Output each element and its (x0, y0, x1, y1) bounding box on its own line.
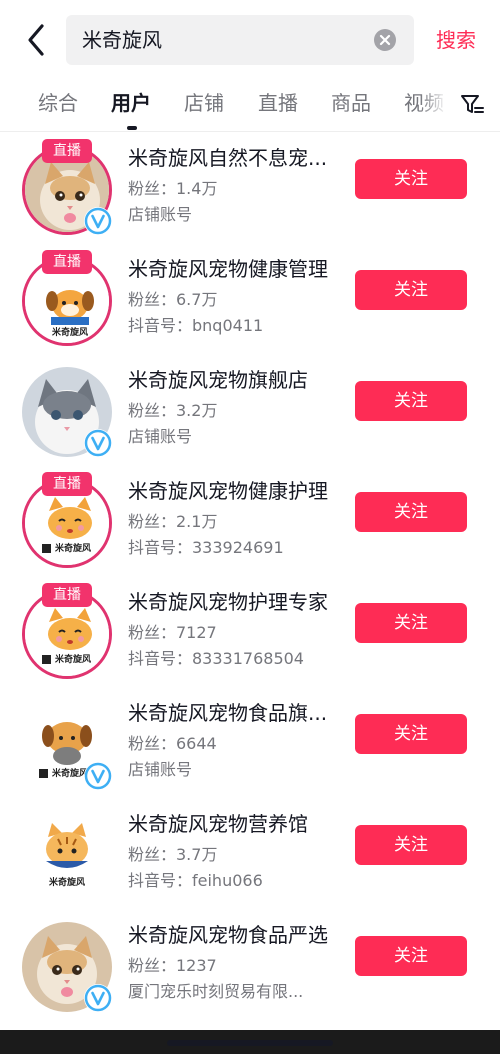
account-info: 厦门宠乐时刻贸易有限... (128, 982, 304, 1001)
search-input[interactable] (82, 15, 372, 65)
filter-icon[interactable] (458, 90, 486, 118)
follow-button[interactable]: 关注 (355, 714, 467, 754)
search-button[interactable]: 搜索 (436, 26, 476, 54)
home-indicator (167, 1040, 333, 1046)
user-row[interactable]: 米奇旋风 直播 米奇旋风宠物护理专家粉丝：7127 抖音号：83331768504 关注 (0, 583, 500, 696)
verified-icon (84, 207, 112, 235)
follow-button[interactable]: 关注 (355, 825, 467, 865)
back-arrow-icon[interactable] (22, 22, 52, 58)
svg-text:米奇旋风: 米奇旋风 (54, 653, 91, 665)
verified-icon (84, 762, 112, 790)
fan-count: 粉丝：3.2万 (128, 401, 218, 420)
fan-count: 粉丝：6644 (128, 734, 217, 753)
user-name[interactable]: 米奇旋风宠物食品严选 (128, 920, 338, 950)
tab-products[interactable]: 商品 (331, 89, 371, 117)
user-row[interactable]: 米奇旋风 米奇旋风宠物食品旗... 粉丝：6644 店铺账号 关注 (0, 696, 500, 807)
user-name[interactable]: 米奇旋风宠物旗舰店 (128, 365, 338, 395)
svg-text:米奇旋风: 米奇旋风 (54, 542, 91, 554)
live-badge: 直播 (42, 583, 92, 607)
account-info: 抖音号：feihu066 (128, 871, 263, 890)
tab-fade (420, 80, 454, 130)
user-name[interactable]: 米奇旋风宠物营养馆 (128, 809, 338, 839)
svg-text:米奇旋风: 米奇旋风 (51, 767, 88, 779)
follow-button[interactable]: 关注 (355, 603, 467, 643)
svg-text:米奇旋风: 米奇旋风 (48, 876, 85, 888)
follow-button[interactable]: 关注 (355, 936, 467, 976)
fan-count: 粉丝：1.4万 (128, 179, 218, 198)
search-box[interactable] (66, 15, 414, 65)
live-badge: 直播 (42, 139, 92, 163)
clear-icon[interactable] (374, 29, 396, 51)
category-tabs: 综合 用户 店铺 直播 商品 视频 (0, 80, 500, 132)
account-info: 店铺账号 (128, 760, 193, 779)
avatar[interactable]: 米奇旋风 (22, 811, 112, 901)
follow-button[interactable]: 关注 (355, 159, 467, 199)
user-name[interactable]: 米奇旋风宠物健康护理 (128, 476, 338, 506)
account-info: 抖音号：bnq0411 (128, 316, 264, 335)
user-row[interactable]: 米奇旋风 米奇旋风宠物营养馆粉丝：3.7万抖音号：feihu066 关注 (0, 807, 500, 918)
user-name[interactable]: 米奇旋风宠物健康管理 (128, 254, 338, 284)
verified-icon (84, 429, 112, 457)
account-info: 店铺账号 (128, 205, 193, 224)
user-row[interactable]: 米奇旋风 直播 米奇旋风宠物健康护理粉丝：2.1万抖音号：333924691 关注 (0, 472, 500, 585)
fan-count: 粉丝：2.1万 (128, 512, 218, 531)
verified-icon (84, 984, 112, 1012)
follow-button[interactable]: 关注 (355, 270, 467, 310)
tab-users[interactable]: 用户 (111, 89, 151, 117)
svg-text:米奇旋风: 米奇旋风 (51, 326, 88, 338)
fan-count: 粉丝：7127 (128, 623, 217, 642)
search-header: 搜索 (0, 0, 500, 80)
live-badge: 直播 (42, 250, 92, 274)
user-row[interactable]: 米奇旋风 直播 米奇旋风宠物健康管理粉丝：6.7万抖音号：bnq0411 关注 (0, 250, 500, 363)
user-row[interactable]: 米奇旋风宠物食品严选粉丝：1237 厦门宠乐时刻贸易有限... 关注 (0, 918, 500, 1029)
tab-shops[interactable]: 店铺 (184, 89, 224, 117)
fan-count: 粉丝：6.7万 (128, 290, 218, 309)
user-name[interactable]: 米奇旋风宠物食品旗... (128, 698, 338, 728)
tab-all[interactable]: 综合 (38, 89, 78, 117)
user-name[interactable]: 米奇旋风自然不息宠... (128, 143, 338, 173)
user-row[interactable]: 米奇旋风宠物旗舰店粉丝：3.2万 店铺账号 关注 (0, 363, 500, 474)
follow-button[interactable]: 关注 (355, 381, 467, 421)
account-info: 店铺账号 (128, 427, 193, 446)
account-info: 抖音号：83331768504 (128, 649, 304, 668)
user-name[interactable]: 米奇旋风宠物护理专家 (128, 587, 338, 617)
user-row[interactable]: 直播 米奇旋风自然不息宠... 粉丝：1.4万 店铺账号 关注 (0, 139, 500, 252)
fan-count: 粉丝：1237 (128, 956, 217, 975)
follow-button[interactable]: 关注 (355, 492, 467, 532)
active-tab-indicator (127, 126, 137, 130)
live-badge: 直播 (42, 472, 92, 496)
tab-live[interactable]: 直播 (258, 89, 298, 117)
account-info: 抖音号：333924691 (128, 538, 284, 557)
fan-count: 粉丝：3.7万 (128, 845, 218, 864)
